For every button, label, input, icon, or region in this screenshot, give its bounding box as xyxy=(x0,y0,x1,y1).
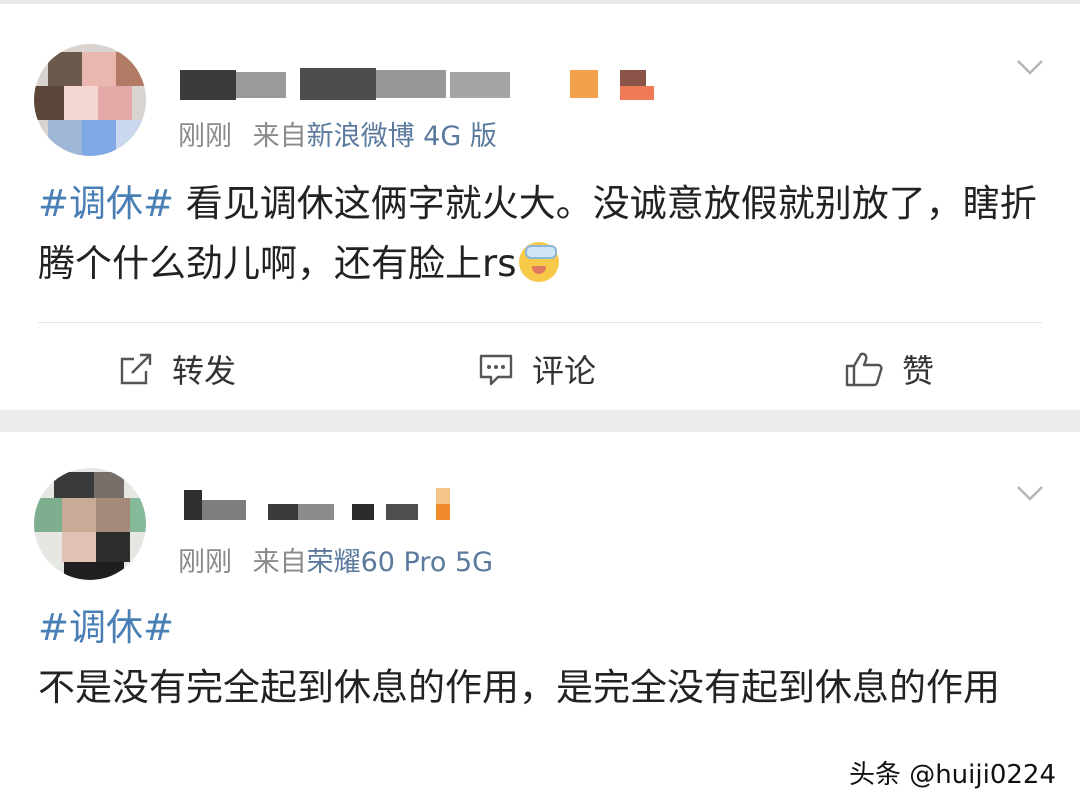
post-card-2: 刚刚 来自荣耀60 Pro 5G #调休# 不是没有完全起到休息的作用，是完全没… xyxy=(0,432,1080,809)
chevron-down-icon[interactable] xyxy=(1016,58,1044,76)
chevron-down-icon[interactable] xyxy=(1016,484,1044,502)
hashtag-link[interactable]: #调休# xyxy=(38,182,174,225)
post-body: #调休# 看见调休这俩字就火大。没诚意放假就别放了，瞎折腾个什么劲儿啊，还有脸上… xyxy=(38,174,1048,294)
comment-label: 评论 xyxy=(532,352,597,390)
post-source[interactable]: 新浪微博 4G 版 xyxy=(307,121,497,152)
repost-icon xyxy=(120,353,152,385)
thumbs-up-icon xyxy=(845,352,883,387)
comment-icon xyxy=(479,354,513,386)
post-body: #调休# 不是没有完全起到休息的作用，是完全没有起到休息的作用 xyxy=(38,598,1048,718)
avatar[interactable] xyxy=(34,468,146,580)
username-redacted[interactable] xyxy=(180,62,660,102)
username-redacted[interactable] xyxy=(180,484,480,524)
watermark: 头条 @huiji0224 xyxy=(848,760,1056,790)
repost-label: 转发 xyxy=(172,352,237,390)
post-time: 刚刚 xyxy=(178,547,232,578)
post-time: 刚刚 xyxy=(178,121,232,152)
repost-button[interactable]: 转发 xyxy=(118,344,236,394)
cold-sweat-emoji-icon xyxy=(518,242,559,282)
like-label: 赞 xyxy=(902,352,935,390)
feed-separator xyxy=(0,410,1080,432)
hashtag-link[interactable]: #调休# xyxy=(38,598,1048,658)
post-meta: 刚刚 来自荣耀60 Pro 5G xyxy=(178,540,493,579)
post-text: 不是没有完全起到休息的作用，是完全没有起到休息的作用 xyxy=(38,666,1000,709)
like-button[interactable]: 赞 xyxy=(844,344,934,394)
post-meta: 刚刚 来自新浪微博 4G 版 xyxy=(178,114,497,153)
divider xyxy=(38,322,1042,323)
comment-button[interactable]: 评论 xyxy=(478,344,596,394)
post-source[interactable]: 荣耀60 Pro 5G xyxy=(307,547,493,578)
post-card-1: 刚刚 来自新浪微博 4G 版 #调休# 看见调休这俩字就火大。没诚意放假就别放了… xyxy=(0,4,1080,410)
from-label: 来自 xyxy=(252,547,307,578)
from-label: 来自 xyxy=(252,121,307,152)
avatar[interactable] xyxy=(34,44,146,156)
